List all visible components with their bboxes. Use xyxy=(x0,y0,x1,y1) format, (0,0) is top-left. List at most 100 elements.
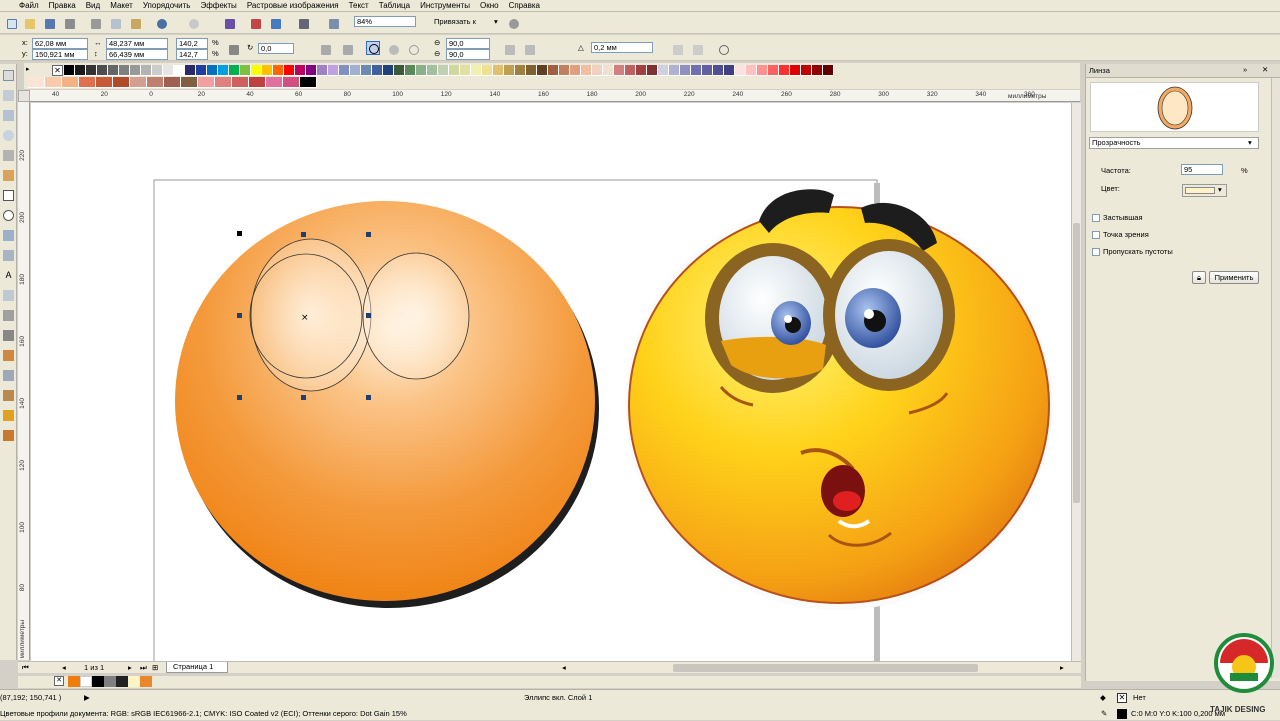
palette-swatch[interactable] xyxy=(790,65,801,76)
mirror-v-button[interactable] xyxy=(340,42,354,56)
search-content-button[interactable] xyxy=(222,16,236,30)
palette-swatch[interactable] xyxy=(45,77,62,88)
copy-button[interactable] xyxy=(108,16,122,30)
import-button[interactable] xyxy=(248,16,262,30)
scale-width-field[interactable]: 140,2 xyxy=(176,38,208,49)
palette-swatch[interactable] xyxy=(592,65,603,76)
palette-swatch[interactable] xyxy=(306,65,317,76)
vertical-scrollbar[interactable] xyxy=(1071,103,1081,661)
palette-swatch[interactable] xyxy=(62,77,79,88)
frozen-checkbox[interactable] xyxy=(1092,214,1100,222)
palette-swatch[interactable] xyxy=(515,65,526,76)
palette-swatch[interactable] xyxy=(240,65,251,76)
viewpoint-checkbox[interactable] xyxy=(1092,231,1100,239)
palette-swatch[interactable] xyxy=(75,65,86,76)
palette-swatch[interactable] xyxy=(537,65,548,76)
smart-fill-tool[interactable] xyxy=(3,170,14,181)
snap-to-dropdown[interactable]: Привязать к xyxy=(434,17,476,27)
palette-swatch[interactable] xyxy=(152,65,163,76)
mirror-h-button[interactable] xyxy=(318,42,332,56)
palette-swatch[interactable] xyxy=(735,65,746,76)
palette-swatch[interactable] xyxy=(251,65,262,76)
palette-swatch[interactable] xyxy=(625,65,636,76)
palette-swatch[interactable] xyxy=(372,65,383,76)
scale-height-field[interactable]: 142,7 xyxy=(176,49,208,60)
menu-table[interactable]: Таблица xyxy=(374,0,415,12)
menu-text[interactable]: Текст xyxy=(344,0,374,12)
ellipse-tool[interactable] xyxy=(3,210,14,221)
color-profiles-info[interactable]: Цветовые профили документа: RGB: sRGB IE… xyxy=(0,709,407,719)
palette-swatch[interactable] xyxy=(300,77,317,88)
palette-swatch[interactable] xyxy=(713,65,724,76)
outline-tool[interactable] xyxy=(3,390,14,401)
options-button[interactable] xyxy=(506,16,520,30)
doc-swatch-white[interactable] xyxy=(80,676,92,687)
palette-swatch[interactable] xyxy=(691,65,702,76)
palette-swatch[interactable] xyxy=(86,65,97,76)
direction-button[interactable] xyxy=(502,42,516,56)
menu-layout[interactable]: Макет xyxy=(105,0,138,12)
palette-swatch[interactable] xyxy=(339,65,350,76)
ellipse-button[interactable] xyxy=(366,41,380,55)
scroll-right-button[interactable]: ▸ xyxy=(1060,663,1064,673)
rate-field[interactable]: 95 xyxy=(1181,164,1223,175)
doc-swatch-orange[interactable] xyxy=(68,676,80,687)
doc-swatch-dark[interactable] xyxy=(116,676,128,687)
no-color-swatch[interactable]: ✕ xyxy=(52,65,63,76)
horizontal-ruler[interactable]: миллиметры 40 20 0 20 40 60 80 100 120 140 160 180 2… xyxy=(30,90,1080,102)
palette-swatch[interactable] xyxy=(229,65,240,76)
palette-swatch[interactable] xyxy=(427,65,438,76)
freehand-tool[interactable] xyxy=(3,150,14,161)
lens-color-picker[interactable]: ▾ xyxy=(1182,184,1227,197)
palette-swatch[interactable] xyxy=(801,65,812,76)
palette-swatch[interactable] xyxy=(119,65,130,76)
palette-swatch[interactable] xyxy=(196,65,207,76)
palette-swatch[interactable] xyxy=(283,77,300,88)
drawing-canvas[interactable]: × xyxy=(31,103,1071,671)
arc-button[interactable] xyxy=(406,42,420,56)
open-button[interactable] xyxy=(22,16,36,30)
palette-swatch[interactable] xyxy=(96,77,113,88)
palette-swatch[interactable] xyxy=(130,65,141,76)
palette-swatch[interactable] xyxy=(768,65,779,76)
palette-swatch[interactable] xyxy=(273,65,284,76)
menu-effects[interactable]: Эффекты xyxy=(195,0,241,12)
palette-swatch[interactable] xyxy=(669,65,680,76)
outline-width-dropdown[interactable]: 0,2 мм xyxy=(591,42,653,53)
rectangle-tool[interactable] xyxy=(3,190,14,201)
palette-swatch[interactable] xyxy=(460,65,471,76)
redo-button[interactable] xyxy=(186,16,200,30)
x-position-field[interactable]: 62,08 мм xyxy=(32,38,88,49)
connector-tool[interactable] xyxy=(3,330,14,341)
menu-file[interactable]: Файл xyxy=(14,0,44,12)
blend-tool[interactable] xyxy=(3,350,14,361)
palette-swatch[interactable] xyxy=(746,65,757,76)
menu-help[interactable]: Справка xyxy=(504,0,545,12)
export-button[interactable] xyxy=(268,16,282,30)
convert-curves-button[interactable] xyxy=(716,42,730,56)
height-field[interactable]: 66,439 мм xyxy=(106,49,168,60)
crop-tool[interactable] xyxy=(3,110,14,121)
palette-swatch[interactable] xyxy=(449,65,460,76)
palette-swatch[interactable] xyxy=(702,65,713,76)
palette-swatch[interactable] xyxy=(141,65,152,76)
palette-swatch[interactable] xyxy=(603,65,614,76)
last-page-button[interactable]: ⏭ xyxy=(140,663,147,673)
palette-scroll-button[interactable]: ▸ xyxy=(26,65,36,75)
palette-swatch[interactable] xyxy=(163,65,174,76)
add-page-button[interactable]: ⊞ xyxy=(152,663,158,673)
zoom-tool[interactable] xyxy=(3,130,14,141)
vscroll-thumb[interactable] xyxy=(1073,223,1080,503)
dimension-tool[interactable] xyxy=(3,310,14,321)
ruler-origin[interactable] xyxy=(18,90,30,102)
doc-swatch-gray[interactable] xyxy=(104,676,116,687)
palette-swatch[interactable] xyxy=(97,65,108,76)
remove-face-checkbox[interactable] xyxy=(1092,248,1100,256)
apply-button[interactable]: Применить xyxy=(1209,271,1259,284)
lock-ratio-button[interactable] xyxy=(226,42,240,56)
fill-tool[interactable] xyxy=(3,410,14,421)
palette-swatch[interactable] xyxy=(108,65,119,76)
new-document-button[interactable] xyxy=(4,16,18,30)
palette-swatch[interactable] xyxy=(113,77,130,88)
hscroll-thumb[interactable] xyxy=(673,664,978,672)
